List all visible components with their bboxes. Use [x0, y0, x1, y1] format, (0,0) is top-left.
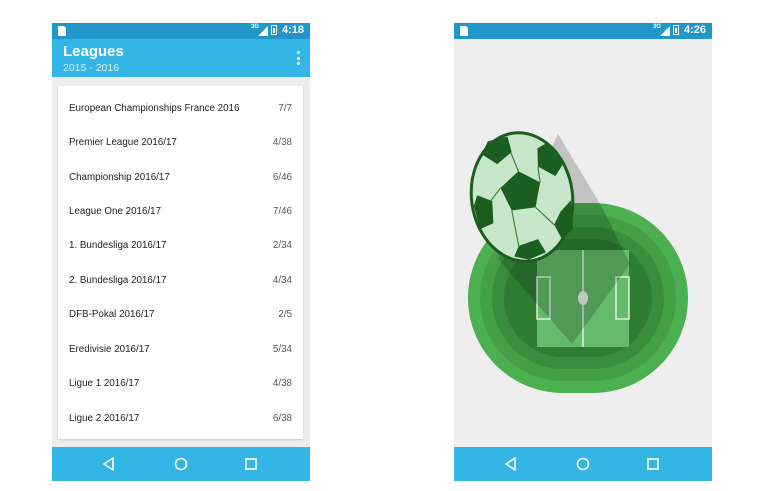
status-time: 4:18 — [281, 24, 304, 36]
list-item[interactable]: 2. Bundesliga 2016/17 4/34 — [58, 263, 303, 297]
league-name: 2. Bundesliga 2016/17 — [69, 274, 167, 286]
sim-card-icon — [58, 26, 66, 36]
status-time: 4:26 — [683, 24, 706, 36]
recents-icon[interactable] — [242, 455, 260, 473]
list-item[interactable]: DFB-Pokal 2016/17 2/5 — [58, 297, 303, 331]
league-name: League One 2016/17 — [69, 205, 162, 217]
league-name: Championship 2016/17 — [69, 171, 170, 183]
navigation-bar — [454, 447, 712, 481]
soccer-stadium-logo — [468, 131, 688, 393]
league-name: DFB-Pokal 2016/17 — [69, 308, 155, 320]
list-item[interactable]: League One 2016/17 7/46 — [58, 194, 303, 228]
list-item[interactable]: Ligue 2 2016/17 6/38 — [58, 401, 303, 435]
league-progress: 2/34 — [272, 239, 292, 251]
list-item[interactable]: Premier League 2016/17 4/38 — [58, 125, 303, 159]
back-icon[interactable] — [100, 455, 118, 473]
league-name: Eredivisie 2016/17 — [69, 343, 150, 355]
league-progress: 4/34 — [272, 274, 292, 286]
home-icon[interactable] — [172, 455, 190, 473]
recents-icon[interactable] — [644, 455, 662, 473]
league-progress: 7/46 — [272, 205, 292, 217]
navigation-bar — [52, 447, 310, 481]
battery-icon — [672, 25, 679, 35]
league-name: Ligue 1 2016/17 — [69, 377, 140, 389]
league-progress: 4/38 — [272, 136, 292, 148]
list-item[interactable]: Championship 2016/17 6/46 — [58, 160, 303, 194]
splash-background — [454, 39, 712, 447]
list-item[interactable]: 1. Bundesliga 2016/17 2/34 — [58, 228, 303, 262]
league-name: European Championships France 2016 — [69, 102, 240, 114]
home-icon[interactable] — [574, 455, 592, 473]
leagues-screen: 3G 4:18 Leagues 2015 - 2016 European Cha… — [52, 23, 310, 481]
more-vert-icon[interactable] — [297, 51, 301, 65]
list-item[interactable]: European Championships France 2016 7/7 — [58, 91, 303, 125]
league-progress: 4/38 — [272, 377, 292, 389]
app-bar: Leagues 2015 - 2016 — [52, 39, 310, 77]
league-progress: 2/5 — [278, 308, 292, 320]
signal-icon: 3G — [653, 24, 670, 36]
status-bar: 3G 4:18 — [52, 23, 310, 39]
status-bar: 3G 4:26 — [454, 23, 712, 39]
league-name: 1. Bundesliga 2016/17 — [69, 239, 167, 251]
list-item[interactable]: Ligue 1 2016/17 4/38 — [58, 366, 303, 400]
league-progress: 6/46 — [272, 171, 292, 183]
battery-icon — [270, 25, 277, 35]
signal-icon: 3G — [251, 24, 268, 36]
league-name: Premier League 2016/17 — [69, 136, 177, 148]
list-item[interactable]: Eredivisie 2016/17 5/34 — [58, 332, 303, 366]
league-progress: 5/34 — [272, 343, 292, 355]
back-icon[interactable] — [502, 455, 520, 473]
leagues-list: European Championships France 2016 7/7 P… — [58, 86, 303, 439]
splash-screen: 3G 4:26 — [454, 23, 712, 481]
league-progress: 6/38 — [272, 412, 292, 424]
sim-card-icon — [460, 26, 468, 36]
page-title: Leagues — [63, 43, 124, 60]
league-progress: 7/7 — [278, 102, 292, 114]
season-subtitle: 2015 - 2016 — [63, 62, 120, 74]
league-name: Ligue 2 2016/17 — [69, 412, 140, 424]
